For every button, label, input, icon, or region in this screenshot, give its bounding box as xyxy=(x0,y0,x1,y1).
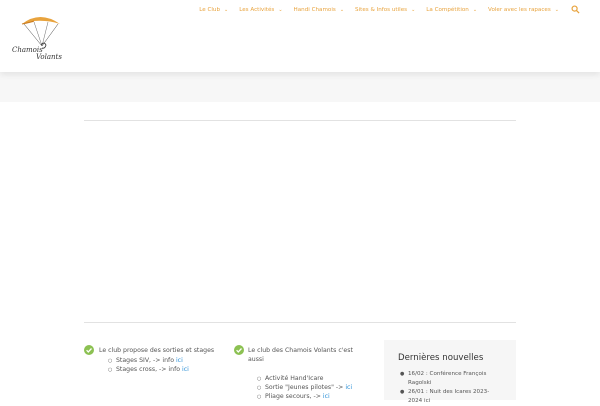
news-widget: Dernières nouvelles ● 16/02 : Conférence… xyxy=(384,340,516,404)
info-link[interactable]: ici xyxy=(176,357,183,364)
chevron-down-icon: ⌄ xyxy=(278,6,283,13)
nav-item-label: Handi Chamois xyxy=(293,6,336,13)
info-link[interactable]: ici xyxy=(323,393,330,400)
bullet-icon: ○ xyxy=(108,367,113,373)
nav-item-la-competition[interactable]: La Compétition ⌄ xyxy=(426,7,477,13)
info-link[interactable]: ici xyxy=(345,384,352,391)
chevron-down-icon: ⌄ xyxy=(554,6,559,13)
list-item: ○ Pliage secours, -> ici xyxy=(257,391,330,403)
nav-item-les-activites[interactable]: Les Activités ⌄ xyxy=(239,7,282,13)
chevron-down-icon: ⌄ xyxy=(411,6,416,13)
logo[interactable]: Chamois Volants xyxy=(8,12,72,61)
divider-top xyxy=(84,120,516,121)
divider-bottom xyxy=(84,322,516,323)
list-item-text: Stages cross, -> info xyxy=(116,366,183,373)
list-item-text: Activité Hand'Icare xyxy=(265,375,324,382)
list-item-text: Stages SIV, -> info xyxy=(116,357,176,364)
check-circle-icon xyxy=(84,345,94,355)
nav-item-le-club[interactable]: Le Club ⌄ xyxy=(199,7,228,13)
news-item[interactable]: ● 16/02 : Conférence François Ragolski xyxy=(400,370,487,388)
search-icon[interactable] xyxy=(571,5,580,14)
chevron-down-icon: ⌄ xyxy=(224,6,229,13)
chevron-down-icon: ⌄ xyxy=(472,6,478,13)
bullet-icon: ● xyxy=(400,389,405,395)
check-circle-icon xyxy=(234,345,244,355)
nav-item-label: La Compétition xyxy=(426,6,469,13)
col2-intro-line2: aussi xyxy=(248,356,264,363)
news-item[interactable]: ● 26/01 : Nuit des Icares 2023- 2024 ici xyxy=(400,388,490,406)
bullet-icon: ○ xyxy=(257,394,262,400)
nav-item-label: Voler avec les rapaces xyxy=(488,6,551,13)
news-item-line2: Ragolski xyxy=(408,380,432,386)
logo-text-volants: Volants xyxy=(36,53,62,61)
news-item-line2: 2024 ici xyxy=(408,398,431,404)
nav-item-label: Les Activités xyxy=(239,6,275,13)
news-item-line1: 26/01 : Nuit des Icares 2023- xyxy=(408,389,490,395)
nav-item-handi-chamois[interactable]: Handi Chamois ⌄ xyxy=(294,7,344,13)
info-link[interactable]: ici xyxy=(182,366,189,373)
site-header: Chamois Volants Le Club ⌄ Les Activités … xyxy=(0,0,600,72)
list-item: ○ Stages cross, -> info ici xyxy=(108,364,189,376)
nav-item-label: Sites & Infos utiles xyxy=(355,6,408,13)
list-item-text: Sortie "Jeunes pilotes" -> xyxy=(265,384,346,391)
page-title-band xyxy=(0,72,600,102)
nav-item-voler-rapaces[interactable]: Voler avec les rapaces ⌄ xyxy=(488,7,559,13)
nav-item-sites-infos[interactable]: Sites & Infos utiles ⌄ xyxy=(355,7,415,13)
news-item-line1: 16/02 : Conférence François xyxy=(408,371,487,377)
chevron-down-icon: ⌄ xyxy=(339,6,345,13)
news-title: Dernières nouvelles xyxy=(398,353,484,363)
nav-item-label: Le Club xyxy=(199,6,220,13)
list-item-text: Pliage secours, -> xyxy=(265,393,323,400)
bullet-icon: ● xyxy=(400,371,405,377)
main-navigation: Le Club ⌄ Les Activités ⌄ Handi Chamois … xyxy=(199,5,580,14)
